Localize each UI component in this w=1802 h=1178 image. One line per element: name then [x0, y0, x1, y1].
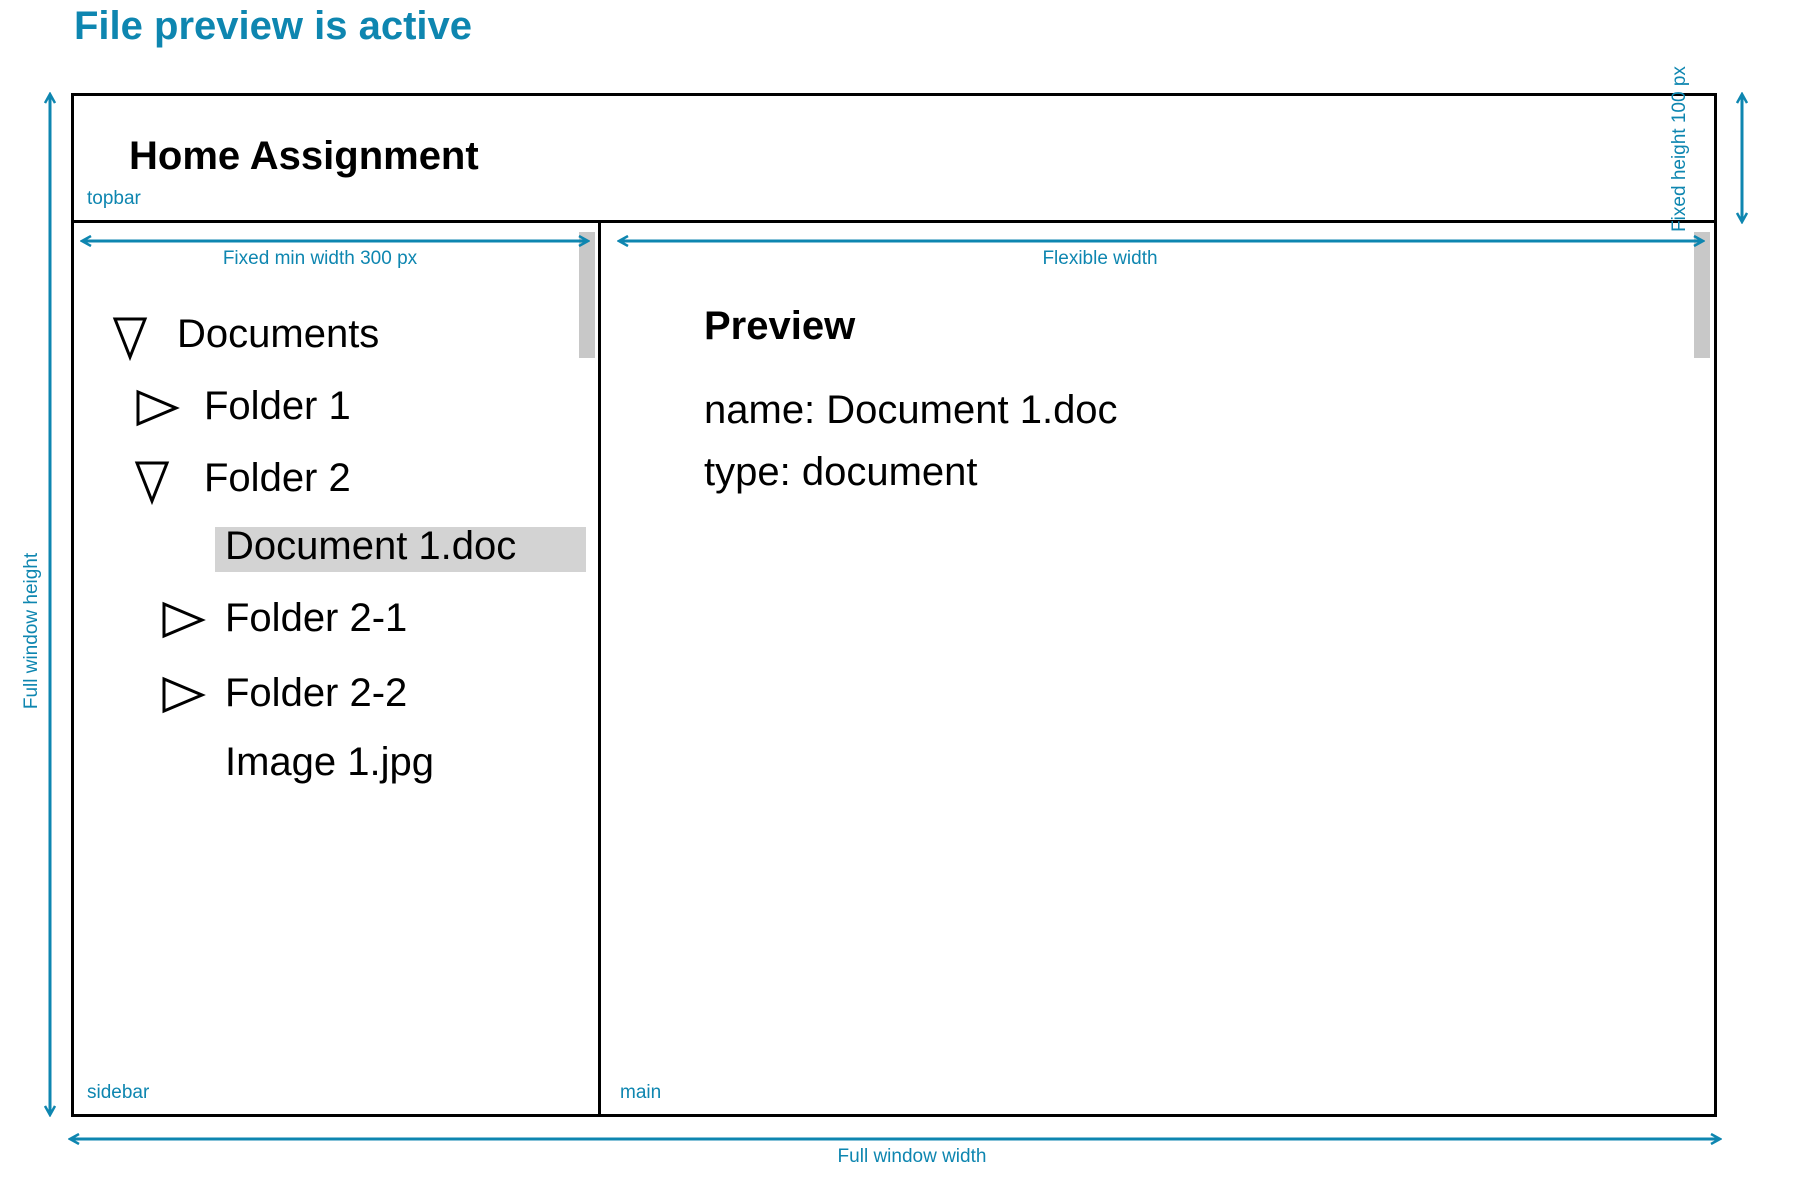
- window-width-annotation: Full window width: [837, 1146, 987, 1167]
- topbar-height-annotation: Fixed height 100 px: [1669, 66, 1690, 232]
- main-width-annotation: Flexible width: [1042, 248, 1158, 269]
- dimension-arrows: [0, 0, 1802, 1178]
- window-height-annotation: Full window height: [21, 552, 42, 710]
- sidebar-width-annotation: Fixed min width 300 px: [222, 248, 418, 269]
